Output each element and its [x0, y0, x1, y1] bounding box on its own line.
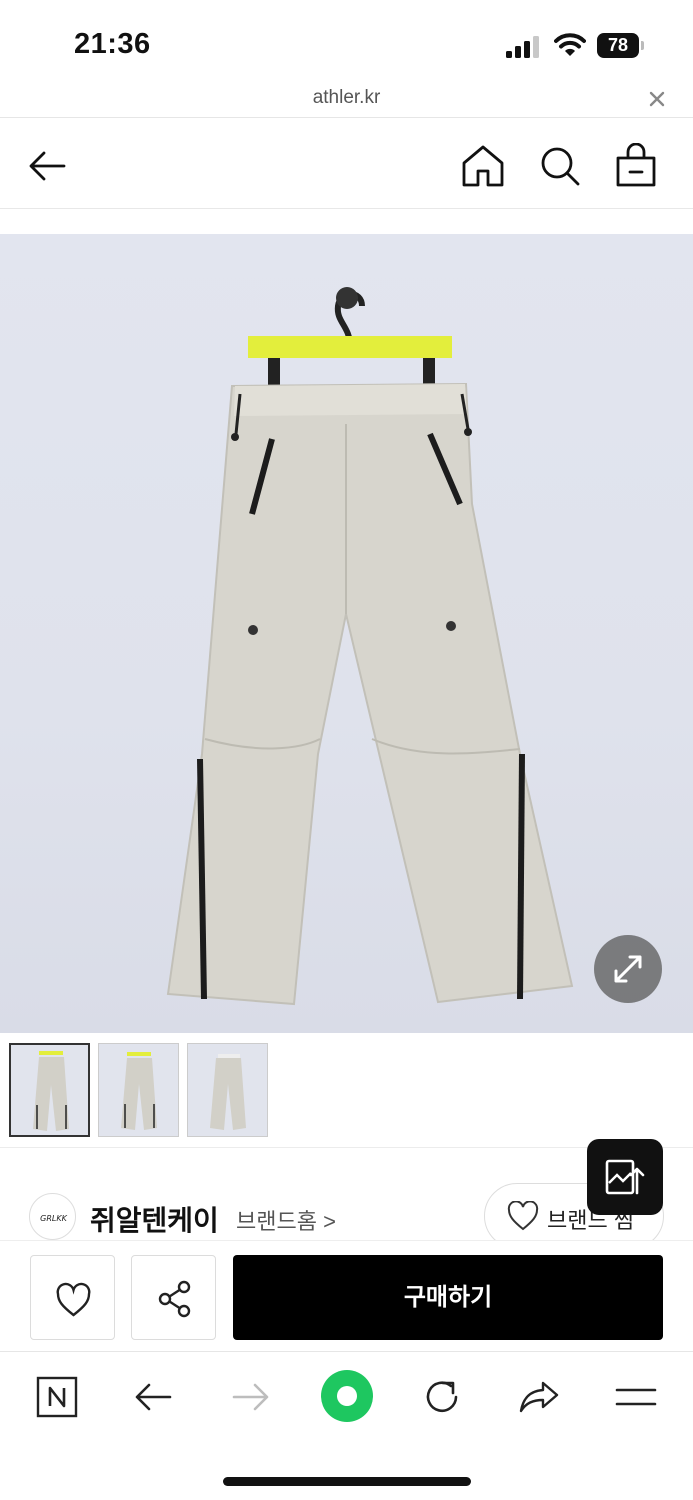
share-icon[interactable]	[517, 1375, 561, 1419]
status-bar: 21:36 78	[0, 0, 693, 84]
product-photo	[166, 287, 574, 1006]
expand-image-button[interactable]	[594, 935, 662, 1003]
thumbnail-1[interactable]	[9, 1043, 90, 1137]
wishlist-button[interactable]	[30, 1255, 115, 1340]
brand-name[interactable]: 쥐알텐케이	[90, 1199, 219, 1239]
status-time: 21:36	[74, 28, 151, 60]
brand-home-link[interactable]: 브랜드홈 >	[236, 1204, 336, 1236]
home-icon[interactable]	[460, 143, 506, 189]
url-domain[interactable]: athler.kr	[0, 87, 693, 109]
thumbnail-image	[121, 1052, 157, 1130]
browser-toolbar	[0, 1353, 693, 1500]
brand-logo[interactable]: GRLKK	[29, 1193, 76, 1240]
purchase-bar: 구매하기	[0, 1240, 693, 1352]
heart-icon	[507, 1201, 539, 1231]
thumbnail-image	[210, 1054, 246, 1130]
back-arrow-icon[interactable]	[26, 143, 72, 189]
thumbnail-3[interactable]	[187, 1043, 268, 1137]
back-icon[interactable]	[132, 1375, 176, 1419]
reload-icon[interactable]	[420, 1375, 464, 1419]
thumbnail-image	[33, 1051, 69, 1131]
green-dot-icon[interactable]	[320, 1369, 374, 1423]
cellular-signal-icon	[506, 36, 539, 58]
naver-n-icon[interactable]	[35, 1375, 79, 1419]
thumbnail-strip	[0, 1033, 693, 1148]
close-icon[interactable]	[646, 88, 668, 110]
thumbnail-2[interactable]	[98, 1043, 179, 1137]
wifi-icon	[554, 33, 586, 56]
battery-level: 78	[597, 33, 639, 58]
share-button[interactable]	[131, 1255, 216, 1340]
heart-icon	[56, 1282, 91, 1317]
shopping-bag-icon[interactable]	[613, 143, 659, 189]
battery-icon: 78	[597, 33, 645, 58]
expand-icon	[614, 955, 642, 983]
screen-share-button[interactable]	[587, 1139, 663, 1215]
forward-icon[interactable]	[228, 1375, 272, 1419]
brand-logo-image: GRLKK	[40, 1214, 67, 1223]
url-bar[interactable]: athler.kr	[0, 84, 693, 118]
share-icon	[158, 1280, 191, 1318]
buy-button[interactable]: 구매하기	[233, 1255, 663, 1340]
product-image[interactable]	[0, 234, 693, 1033]
app-header	[0, 119, 693, 209]
menu-icon[interactable]	[614, 1375, 658, 1419]
image-capture-icon	[605, 1159, 645, 1195]
svg-text:GRLKK: GRLKK	[40, 1214, 67, 1223]
search-icon[interactable]	[537, 143, 583, 189]
home-indicator	[223, 1477, 471, 1486]
